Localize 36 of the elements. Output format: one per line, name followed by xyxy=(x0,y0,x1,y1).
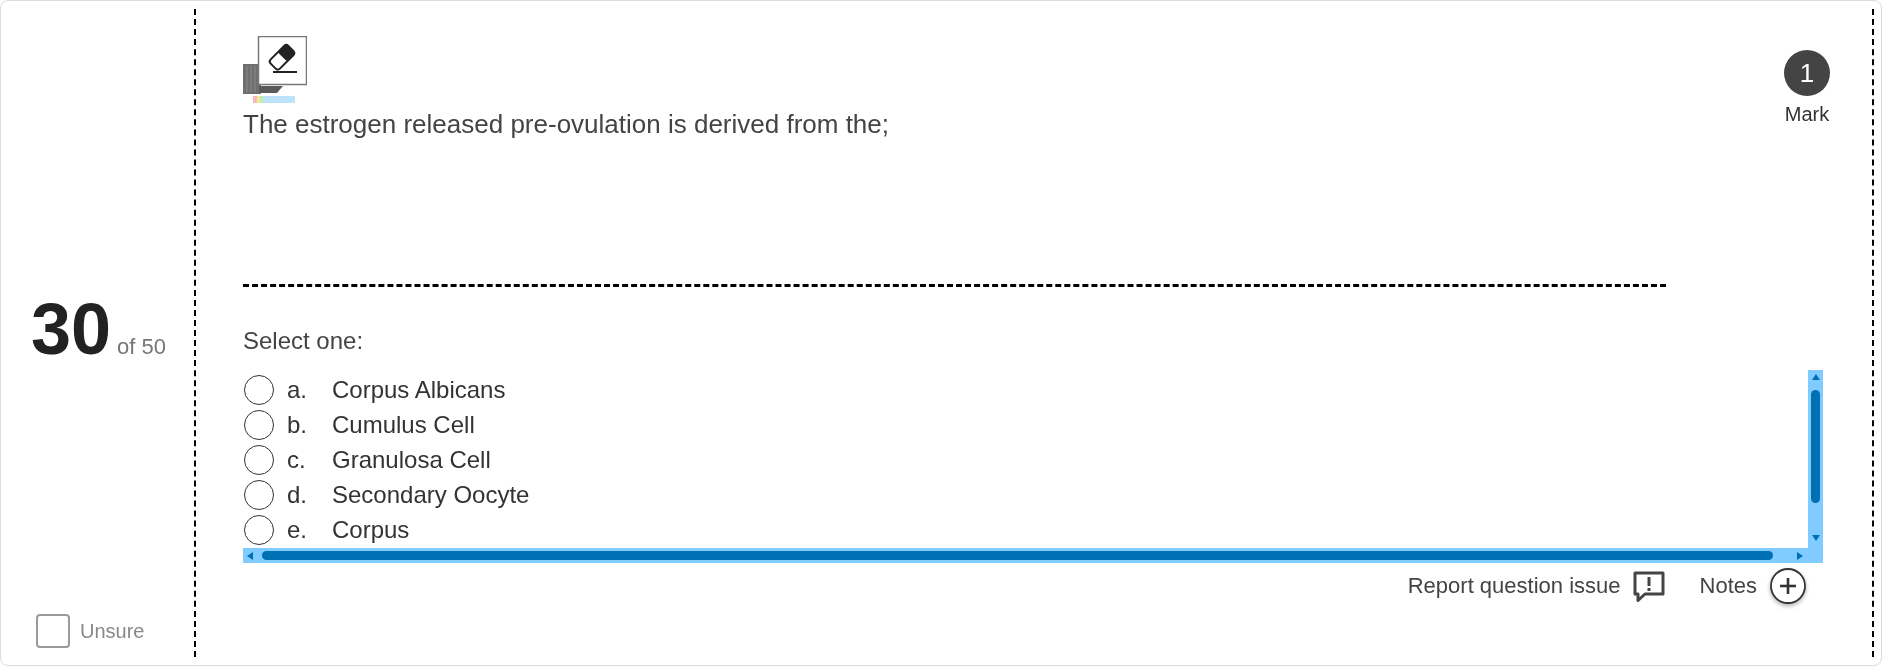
question-total: of 50 xyxy=(117,336,167,358)
notes-button[interactable]: Notes xyxy=(1699,567,1807,605)
option-text: Granulosa Cell xyxy=(332,445,491,474)
question-number: 30 xyxy=(31,293,112,365)
question-text: The estrogen released pre-ovulation is derived from the; xyxy=(243,108,889,140)
speech-bubble-icon xyxy=(1632,570,1665,602)
option-text: Corpus xyxy=(332,515,410,544)
option-letter: a. xyxy=(287,375,308,404)
unsure-checkbox[interactable] xyxy=(36,614,70,648)
select-prompt: Select one: xyxy=(243,327,364,355)
left-arrow-icon[interactable] xyxy=(247,551,253,560)
radio-button[interactable] xyxy=(244,479,274,510)
radio-button[interactable] xyxy=(244,514,274,545)
down-arrow-icon[interactable] xyxy=(1811,535,1820,541)
up-arrow-icon[interactable] xyxy=(1811,374,1820,380)
radio-button[interactable] xyxy=(244,444,274,475)
mark-count[interactable]: 1 xyxy=(1784,50,1830,96)
report-issue-button[interactable]: Report question issue xyxy=(1407,570,1665,602)
option-text: Corpus Albicans xyxy=(332,375,506,404)
option-letter: b. xyxy=(287,410,308,439)
option-letter: c. xyxy=(287,445,307,474)
scrollbar-thumb[interactable] xyxy=(262,551,1773,560)
eraser-icon[interactable] xyxy=(243,36,307,104)
scrollbar-thumb[interactable] xyxy=(1811,390,1820,503)
mark-label: Mark xyxy=(1784,102,1830,126)
horizontal-scrollbar[interactable] xyxy=(243,548,1808,563)
radio-button[interactable] xyxy=(244,409,274,440)
plus-circle-icon xyxy=(1769,567,1807,605)
option-text: Secondary Oocyte xyxy=(332,480,530,509)
option-letter: d. xyxy=(287,480,308,509)
radio-button[interactable] xyxy=(244,374,274,405)
vertical-scrollbar[interactable] xyxy=(1808,370,1823,548)
option-letter: e. xyxy=(287,515,308,544)
unsure-label: Unsure xyxy=(80,619,145,644)
option-text: Cumulus Cell xyxy=(332,410,475,439)
right-arrow-icon[interactable] xyxy=(1797,551,1803,560)
